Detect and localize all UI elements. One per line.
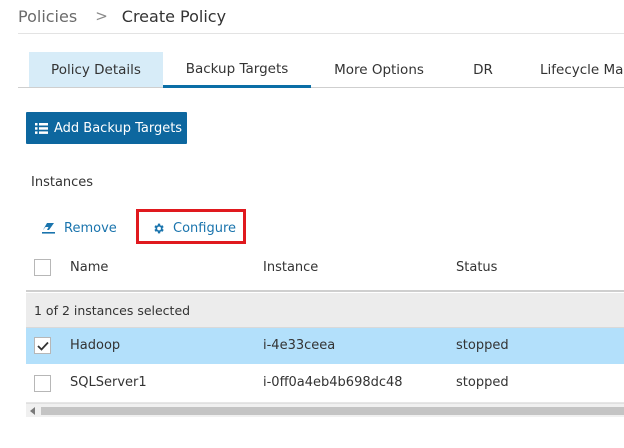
tab-backup-targets[interactable]: Backup Targets — [163, 52, 311, 88]
row-status: stopped — [456, 375, 509, 390]
scroll-left-arrow-icon[interactable] — [28, 406, 38, 416]
row-instance: i-4e33ceea — [263, 338, 336, 353]
header-divider — [18, 33, 624, 34]
remove-button[interactable]: Remove — [42, 218, 117, 238]
add-backup-targets-label: Add Backup Targets — [54, 120, 183, 136]
breadcrumb: Policies > Create Policy — [18, 4, 226, 28]
table-row[interactable]: SQLServer1 i-0ff0a4eb4b698dc48 stopped — [26, 365, 624, 403]
breadcrumb-separator: > — [95, 7, 108, 25]
scrollbar-thumb[interactable] — [41, 407, 624, 415]
eraser-icon — [42, 222, 56, 234]
selection-count-text: 1 of 2 instances selected — [34, 303, 191, 318]
wizard-tabs: Policy Details Backup Targets More Optio… — [18, 52, 624, 88]
page-title: Create Policy — [121, 6, 227, 26]
checkmark-icon — [36, 341, 49, 351]
select-all-checkbox[interactable] — [34, 259, 51, 276]
row-status: stopped — [456, 338, 509, 353]
row-checkbox[interactable] — [34, 375, 51, 392]
breadcrumb-policies-link[interactable]: Policies — [18, 7, 77, 26]
row-name: Hadoop — [70, 338, 121, 353]
tab-policy-details[interactable]: Policy Details — [29, 52, 163, 87]
remove-label: Remove — [64, 220, 117, 236]
horizontal-scrollbar[interactable] — [26, 403, 624, 417]
row-name: SQLServer1 — [70, 375, 147, 390]
column-header-status[interactable]: Status — [456, 260, 497, 275]
tab-more-options[interactable]: More Options — [311, 52, 447, 87]
table-row[interactable]: Hadoop i-4e33ceea stopped — [26, 328, 624, 364]
row-checkbox[interactable] — [34, 337, 51, 354]
add-backup-targets-button[interactable]: Add Backup Targets — [26, 112, 187, 144]
column-header-instance[interactable]: Instance — [263, 260, 318, 275]
selection-info-bar: 1 of 2 instances selected — [26, 293, 624, 328]
column-header-name[interactable]: Name — [70, 260, 108, 275]
tab-dr[interactable]: DR — [447, 52, 519, 87]
tab-lifecycle-management[interactable]: Lifecycle Mar — [519, 52, 624, 87]
configure-highlight-box — [136, 209, 246, 244]
instances-section-title: Instances — [31, 175, 94, 190]
table-header: Name Instance Status — [26, 250, 624, 292]
list-icon — [35, 122, 48, 134]
row-instance: i-0ff0a4eb4b698dc48 — [263, 375, 403, 390]
